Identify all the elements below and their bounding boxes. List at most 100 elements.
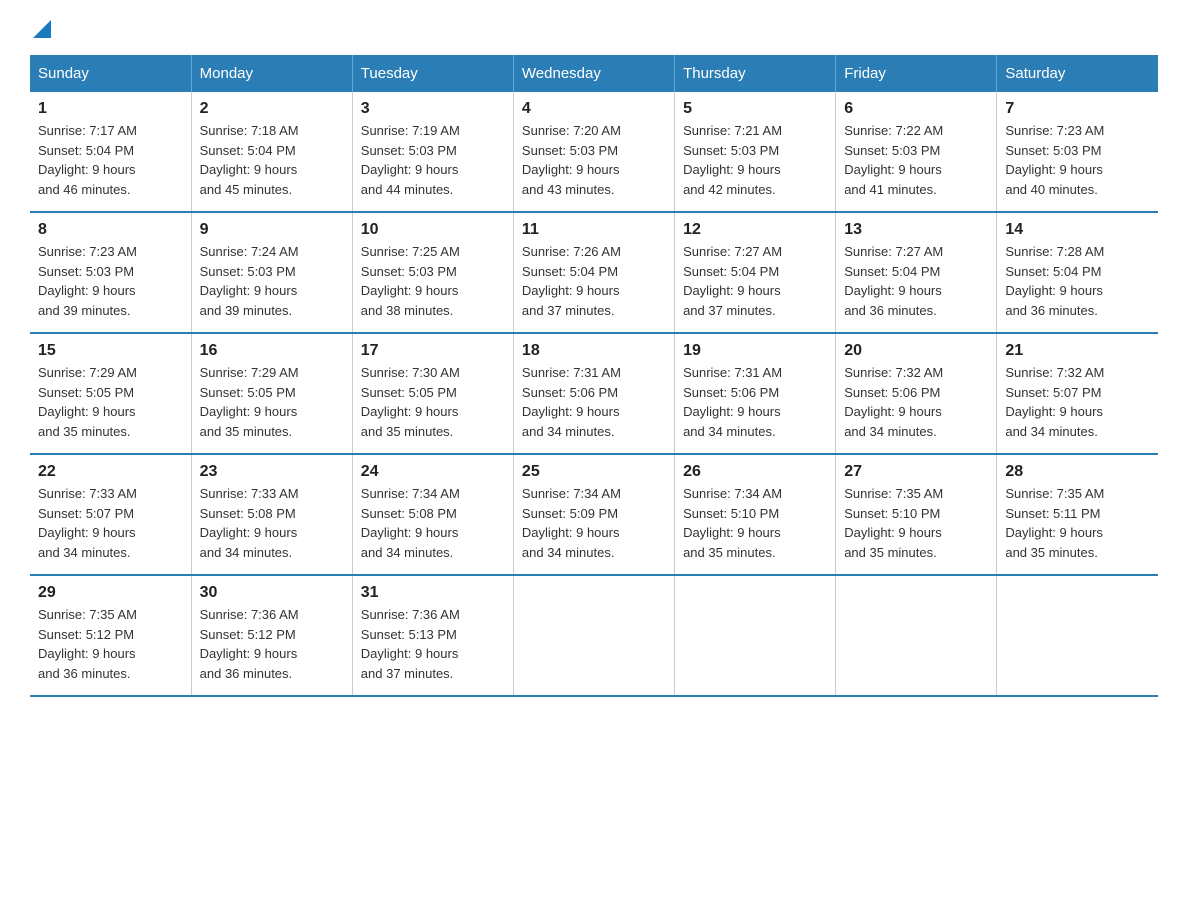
day-number: 27 <box>844 463 988 481</box>
day-number: 25 <box>522 463 666 481</box>
calendar-cell: 23 Sunrise: 7:33 AMSunset: 5:08 PMDaylig… <box>191 454 352 575</box>
calendar-cell: 3 Sunrise: 7:19 AMSunset: 5:03 PMDayligh… <box>352 92 513 212</box>
day-info: Sunrise: 7:26 AMSunset: 5:04 PMDaylight:… <box>522 242 666 320</box>
calendar-cell: 27 Sunrise: 7:35 AMSunset: 5:10 PMDaylig… <box>836 454 997 575</box>
day-number: 15 <box>38 342 183 360</box>
weekday-header-friday: Friday <box>836 55 997 92</box>
day-info: Sunrise: 7:34 AMSunset: 5:08 PMDaylight:… <box>361 484 505 562</box>
week-row-4: 22 Sunrise: 7:33 AMSunset: 5:07 PMDaylig… <box>30 454 1158 575</box>
day-info: Sunrise: 7:32 AMSunset: 5:06 PMDaylight:… <box>844 363 988 441</box>
day-number: 24 <box>361 463 505 481</box>
day-number: 2 <box>200 100 344 118</box>
calendar-cell: 17 Sunrise: 7:30 AMSunset: 5:05 PMDaylig… <box>352 333 513 454</box>
calendar-cell: 24 Sunrise: 7:34 AMSunset: 5:08 PMDaylig… <box>352 454 513 575</box>
calendar-cell: 8 Sunrise: 7:23 AMSunset: 5:03 PMDayligh… <box>30 212 191 333</box>
day-info: Sunrise: 7:28 AMSunset: 5:04 PMDaylight:… <box>1005 242 1150 320</box>
day-number: 20 <box>844 342 988 360</box>
day-info: Sunrise: 7:25 AMSunset: 5:03 PMDaylight:… <box>361 242 505 320</box>
calendar-cell: 26 Sunrise: 7:34 AMSunset: 5:10 PMDaylig… <box>675 454 836 575</box>
calendar-cell: 13 Sunrise: 7:27 AMSunset: 5:04 PMDaylig… <box>836 212 997 333</box>
day-info: Sunrise: 7:19 AMSunset: 5:03 PMDaylight:… <box>361 121 505 199</box>
day-info: Sunrise: 7:27 AMSunset: 5:04 PMDaylight:… <box>683 242 827 320</box>
calendar-cell: 16 Sunrise: 7:29 AMSunset: 5:05 PMDaylig… <box>191 333 352 454</box>
calendar-cell: 15 Sunrise: 7:29 AMSunset: 5:05 PMDaylig… <box>30 333 191 454</box>
day-info: Sunrise: 7:27 AMSunset: 5:04 PMDaylight:… <box>844 242 988 320</box>
week-row-2: 8 Sunrise: 7:23 AMSunset: 5:03 PMDayligh… <box>30 212 1158 333</box>
week-row-3: 15 Sunrise: 7:29 AMSunset: 5:05 PMDaylig… <box>30 333 1158 454</box>
day-info: Sunrise: 7:35 AMSunset: 5:10 PMDaylight:… <box>844 484 988 562</box>
calendar-cell: 29 Sunrise: 7:35 AMSunset: 5:12 PMDaylig… <box>30 575 191 696</box>
calendar-cell: 9 Sunrise: 7:24 AMSunset: 5:03 PMDayligh… <box>191 212 352 333</box>
logo-triangle-icon <box>33 20 51 38</box>
day-number: 16 <box>200 342 344 360</box>
calendar-cell: 28 Sunrise: 7:35 AMSunset: 5:11 PMDaylig… <box>997 454 1158 575</box>
day-info: Sunrise: 7:20 AMSunset: 5:03 PMDaylight:… <box>522 121 666 199</box>
day-number: 13 <box>844 221 988 239</box>
day-number: 7 <box>1005 100 1150 118</box>
week-row-5: 29 Sunrise: 7:35 AMSunset: 5:12 PMDaylig… <box>30 575 1158 696</box>
day-info: Sunrise: 7:22 AMSunset: 5:03 PMDaylight:… <box>844 121 988 199</box>
day-info: Sunrise: 7:31 AMSunset: 5:06 PMDaylight:… <box>683 363 827 441</box>
calendar-cell: 7 Sunrise: 7:23 AMSunset: 5:03 PMDayligh… <box>997 92 1158 212</box>
day-number: 8 <box>38 221 183 239</box>
calendar-cell: 18 Sunrise: 7:31 AMSunset: 5:06 PMDaylig… <box>513 333 674 454</box>
day-number: 23 <box>200 463 344 481</box>
day-number: 4 <box>522 100 666 118</box>
day-info: Sunrise: 7:32 AMSunset: 5:07 PMDaylight:… <box>1005 363 1150 441</box>
logo <box>30 20 51 35</box>
day-number: 31 <box>361 584 505 602</box>
weekday-header-monday: Monday <box>191 55 352 92</box>
weekday-header-wednesday: Wednesday <box>513 55 674 92</box>
day-number: 29 <box>38 584 183 602</box>
day-info: Sunrise: 7:33 AMSunset: 5:07 PMDaylight:… <box>38 484 183 562</box>
day-number: 5 <box>683 100 827 118</box>
calendar-cell <box>513 575 674 696</box>
weekday-header-tuesday: Tuesday <box>352 55 513 92</box>
page-header <box>30 20 1158 35</box>
day-number: 1 <box>38 100 183 118</box>
day-number: 9 <box>200 221 344 239</box>
calendar-cell: 11 Sunrise: 7:26 AMSunset: 5:04 PMDaylig… <box>513 212 674 333</box>
day-number: 14 <box>1005 221 1150 239</box>
day-number: 17 <box>361 342 505 360</box>
day-info: Sunrise: 7:34 AMSunset: 5:10 PMDaylight:… <box>683 484 827 562</box>
day-info: Sunrise: 7:23 AMSunset: 5:03 PMDaylight:… <box>38 242 183 320</box>
day-number: 6 <box>844 100 988 118</box>
day-number: 18 <box>522 342 666 360</box>
day-info: Sunrise: 7:23 AMSunset: 5:03 PMDaylight:… <box>1005 121 1150 199</box>
day-info: Sunrise: 7:36 AMSunset: 5:13 PMDaylight:… <box>361 605 505 683</box>
calendar-cell <box>675 575 836 696</box>
weekday-header-thursday: Thursday <box>675 55 836 92</box>
day-number: 3 <box>361 100 505 118</box>
calendar-cell: 25 Sunrise: 7:34 AMSunset: 5:09 PMDaylig… <box>513 454 674 575</box>
calendar-cell: 31 Sunrise: 7:36 AMSunset: 5:13 PMDaylig… <box>352 575 513 696</box>
calendar-cell: 20 Sunrise: 7:32 AMSunset: 5:06 PMDaylig… <box>836 333 997 454</box>
calendar-cell: 21 Sunrise: 7:32 AMSunset: 5:07 PMDaylig… <box>997 333 1158 454</box>
day-info: Sunrise: 7:21 AMSunset: 5:03 PMDaylight:… <box>683 121 827 199</box>
day-number: 12 <box>683 221 827 239</box>
day-info: Sunrise: 7:18 AMSunset: 5:04 PMDaylight:… <box>200 121 344 199</box>
day-number: 10 <box>361 221 505 239</box>
weekday-header-sunday: Sunday <box>30 55 191 92</box>
day-info: Sunrise: 7:36 AMSunset: 5:12 PMDaylight:… <box>200 605 344 683</box>
calendar-cell: 30 Sunrise: 7:36 AMSunset: 5:12 PMDaylig… <box>191 575 352 696</box>
calendar-cell: 19 Sunrise: 7:31 AMSunset: 5:06 PMDaylig… <box>675 333 836 454</box>
day-info: Sunrise: 7:29 AMSunset: 5:05 PMDaylight:… <box>38 363 183 441</box>
day-info: Sunrise: 7:30 AMSunset: 5:05 PMDaylight:… <box>361 363 505 441</box>
week-row-1: 1 Sunrise: 7:17 AMSunset: 5:04 PMDayligh… <box>30 92 1158 212</box>
day-number: 26 <box>683 463 827 481</box>
calendar-cell: 12 Sunrise: 7:27 AMSunset: 5:04 PMDaylig… <box>675 212 836 333</box>
calendar-cell: 1 Sunrise: 7:17 AMSunset: 5:04 PMDayligh… <box>30 92 191 212</box>
calendar-cell: 6 Sunrise: 7:22 AMSunset: 5:03 PMDayligh… <box>836 92 997 212</box>
day-number: 28 <box>1005 463 1150 481</box>
calendar-table: SundayMondayTuesdayWednesdayThursdayFrid… <box>30 55 1158 697</box>
day-info: Sunrise: 7:24 AMSunset: 5:03 PMDaylight:… <box>200 242 344 320</box>
day-info: Sunrise: 7:35 AMSunset: 5:11 PMDaylight:… <box>1005 484 1150 562</box>
day-number: 11 <box>522 221 666 239</box>
calendar-cell: 22 Sunrise: 7:33 AMSunset: 5:07 PMDaylig… <box>30 454 191 575</box>
day-number: 30 <box>200 584 344 602</box>
day-info: Sunrise: 7:34 AMSunset: 5:09 PMDaylight:… <box>522 484 666 562</box>
day-info: Sunrise: 7:29 AMSunset: 5:05 PMDaylight:… <box>200 363 344 441</box>
weekday-header-row: SundayMondayTuesdayWednesdayThursdayFrid… <box>30 55 1158 92</box>
day-info: Sunrise: 7:31 AMSunset: 5:06 PMDaylight:… <box>522 363 666 441</box>
